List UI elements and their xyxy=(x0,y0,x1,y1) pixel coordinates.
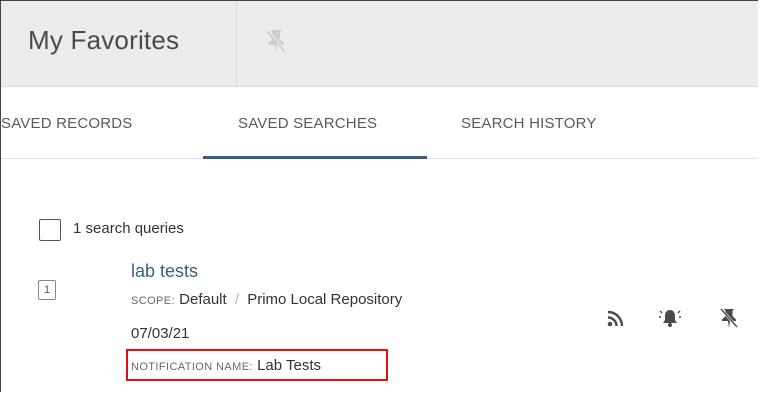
search-scope: SCOPE: Default / Primo Local Repository xyxy=(131,291,402,308)
scope-repository: Primo Local Repository xyxy=(247,291,403,308)
bell-icon[interactable] xyxy=(659,307,681,329)
select-all-checkbox[interactable] xyxy=(39,219,61,241)
notification-name: NOTIFICATION NAME: Lab Tests xyxy=(131,357,321,374)
scope-value: Default xyxy=(179,291,227,308)
unpin-icon[interactable] xyxy=(718,307,740,329)
favorites-tabs: SAVED RECORDS SAVED SEARCHES SEARCH HIST… xyxy=(1,87,758,159)
page-title: My Favorites xyxy=(28,25,180,55)
tab-saved-searches[interactable]: SAVED SEARCHES xyxy=(238,115,377,132)
favorites-panel: My Favorites SAVED RECORDS SAVED SEARCHE… xyxy=(0,0,758,392)
title-divider xyxy=(236,1,237,87)
tab-search-history[interactable]: SEARCH HISTORY xyxy=(461,115,597,132)
notification-value: Lab Tests xyxy=(257,357,321,374)
scope-label: SCOPE: xyxy=(131,295,175,307)
scope-separator: / xyxy=(234,291,240,308)
unpin-icon[interactable] xyxy=(265,28,287,54)
search-date: 07/03/21 xyxy=(131,325,190,342)
favorites-header: My Favorites xyxy=(1,1,758,87)
query-count: 1 search queries xyxy=(73,220,184,237)
notification-label: NOTIFICATION NAME: xyxy=(131,361,253,373)
active-tab-indicator xyxy=(203,156,427,159)
tab-saved-records[interactable]: SAVED RECORDS xyxy=(1,115,133,132)
saved-search-title-link[interactable]: lab tests xyxy=(131,261,198,282)
rss-icon[interactable] xyxy=(605,307,627,329)
list-item-index[interactable]: 1 xyxy=(38,280,56,300)
